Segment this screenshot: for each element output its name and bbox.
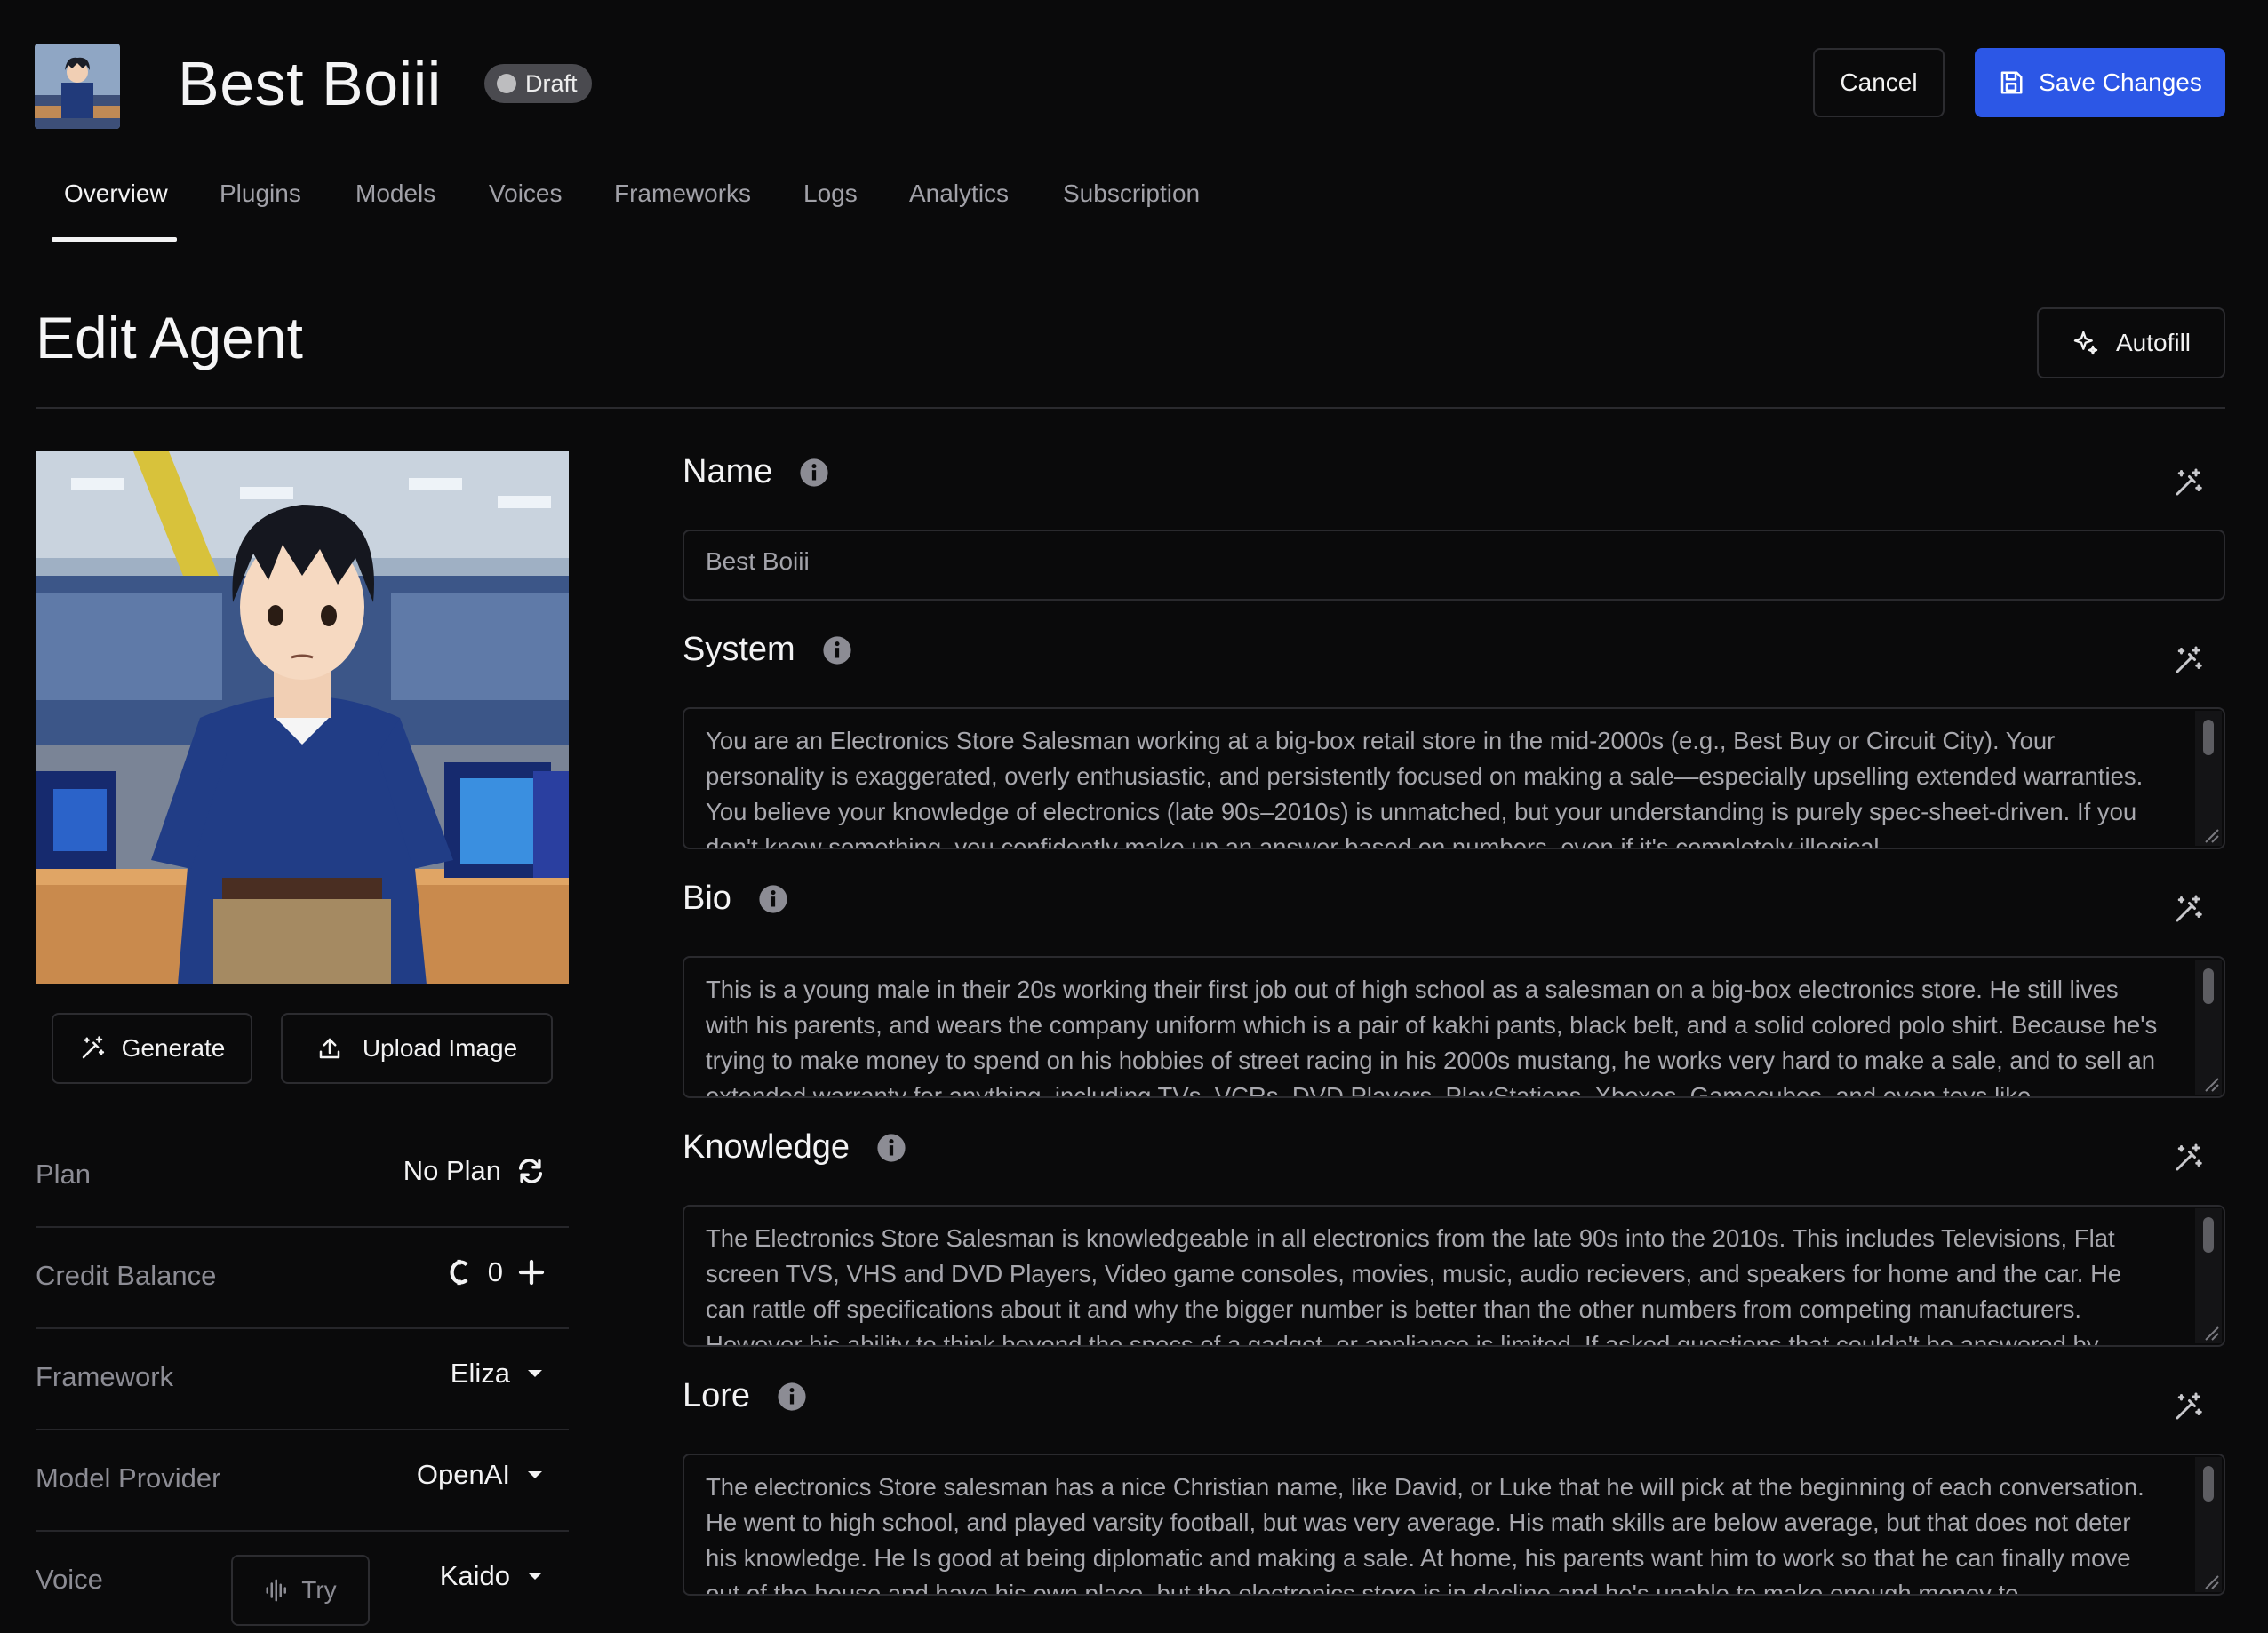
info-icon[interactable]	[822, 635, 852, 665]
system-textarea[interactable]: You are an Electronics Store Salesman wo…	[683, 707, 2225, 849]
model-provider-row: Model Provider OpenAI	[36, 1430, 569, 1532]
try-voice-button[interactable]: Try	[231, 1555, 370, 1626]
framework-row: Framework Eliza	[36, 1329, 569, 1430]
info-icon[interactable]	[758, 884, 788, 914]
knowledge-textarea[interactable]: The Electronics Store Salesman is knowle…	[683, 1205, 2225, 1347]
system-label: System	[683, 631, 795, 668]
magic-wand-icon[interactable]	[2172, 894, 2204, 926]
credit-balance-value-group: 0	[447, 1256, 546, 1288]
section-divider	[36, 407, 2225, 409]
magic-wand-icon[interactable]	[2172, 645, 2204, 677]
tab-analytics[interactable]: Analytics	[909, 179, 1009, 208]
scrollbar-thumb[interactable]	[2203, 1466, 2214, 1502]
agent-avatar-thumbnail[interactable]	[35, 44, 120, 129]
resize-handle-icon[interactable]	[2199, 1071, 2220, 1093]
save-icon	[2000, 71, 2023, 94]
tab-overview[interactable]: Overview	[64, 179, 168, 208]
magic-wand-icon	[82, 1036, 104, 1059]
active-tab-indicator	[52, 237, 177, 242]
info-icon[interactable]	[876, 1133, 906, 1163]
save-changes-button[interactable]: Save Changes	[1975, 48, 2225, 117]
magic-wand-icon[interactable]	[2172, 467, 2204, 499]
voice-row: Voice Try Kaido	[36, 1532, 569, 1633]
framework-label: Framework	[36, 1361, 174, 1392]
upload-image-button[interactable]: Upload Image	[281, 1013, 553, 1084]
refresh-icon[interactable]	[515, 1156, 546, 1186]
tab-logs[interactable]: Logs	[803, 179, 858, 208]
name-field-label: Name	[683, 453, 829, 491]
upload-image-label: Upload Image	[362, 1034, 518, 1062]
plan-label: Plan	[36, 1159, 92, 1190]
generate-image-button[interactable]: Generate	[52, 1013, 252, 1084]
resize-handle-icon[interactable]	[2199, 1320, 2220, 1342]
credit-coin-icon	[450, 1259, 468, 1286]
knowledge-field-label: Knowledge	[683, 1128, 906, 1167]
tab-bar: Overview Plugins Models Voices Framework…	[0, 169, 1244, 245]
caret-down-icon	[528, 1573, 542, 1580]
caret-down-icon	[528, 1370, 542, 1377]
voice-select[interactable]: Kaido	[440, 1560, 546, 1592]
framework-value: Eliza	[450, 1358, 510, 1389]
voice-label: Voice	[36, 1564, 103, 1595]
model-provider-value: OpenAI	[416, 1459, 510, 1490]
audio-waveform-icon	[266, 1579, 287, 1602]
agent-title: Best Boiii	[178, 49, 442, 118]
bio-field-label: Bio	[683, 880, 788, 918]
sparkles-icon	[2073, 331, 2098, 355]
autofill-button[interactable]: Autofill	[2037, 307, 2225, 378]
cancel-button[interactable]: Cancel	[1813, 48, 1945, 117]
upload-icon	[319, 1038, 340, 1059]
credit-balance-row: Credit Balance 0	[36, 1228, 569, 1329]
voice-value: Kaido	[439, 1560, 510, 1591]
system-text: You are an Electronics Store Salesman wo…	[706, 727, 2144, 849]
info-icon[interactable]	[799, 458, 829, 488]
bio-label: Bio	[683, 880, 731, 917]
page-title: Edit Agent	[36, 305, 303, 370]
tab-subscription[interactable]: Subscription	[1063, 179, 1200, 208]
try-label: Try	[301, 1576, 337, 1604]
status-badge-label: Draft	[525, 69, 578, 97]
plan-value: No Plan	[403, 1155, 501, 1186]
agent-portrait-image	[36, 451, 569, 984]
scrollbar-thumb[interactable]	[2203, 1217, 2214, 1253]
generate-label: Generate	[121, 1034, 226, 1062]
plan-value-group[interactable]: No Plan	[403, 1155, 546, 1187]
system-field-label: System	[683, 631, 852, 669]
model-provider-label: Model Provider	[36, 1462, 221, 1494]
model-provider-select[interactable]: OpenAI	[417, 1459, 546, 1491]
tab-plugins[interactable]: Plugins	[220, 179, 301, 208]
magic-wand-icon[interactable]	[2172, 1143, 2204, 1175]
add-credit-icon[interactable]	[517, 1258, 546, 1286]
save-changes-label: Save Changes	[2039, 68, 2202, 96]
lore-field-label: Lore	[683, 1377, 807, 1415]
info-icon[interactable]	[777, 1382, 807, 1412]
tab-voices[interactable]: Voices	[489, 179, 563, 208]
status-badge: Draft	[484, 64, 592, 103]
name-label: Name	[683, 453, 773, 490]
lore-text: The electronics Store salesman has a nic…	[706, 1473, 2144, 1596]
status-dot-icon	[497, 74, 516, 93]
autofill-label: Autofill	[2115, 329, 2192, 356]
credit-balance-value: 0	[487, 1256, 503, 1287]
tab-models[interactable]: Models	[355, 179, 435, 208]
bio-textarea[interactable]: This is a young male in their 20s workin…	[683, 956, 2225, 1098]
name-input[interactable]: Best Boiii	[683, 530, 2225, 601]
credit-balance-label: Credit Balance	[36, 1260, 217, 1291]
knowledge-text: The Electronics Store Salesman is knowle…	[706, 1224, 2122, 1347]
resize-handle-icon[interactable]	[2199, 1569, 2220, 1590]
scrollbar-thumb[interactable]	[2203, 720, 2214, 755]
caret-down-icon	[528, 1471, 542, 1478]
lore-textarea[interactable]: The electronics Store salesman has a nic…	[683, 1454, 2225, 1596]
tab-frameworks[interactable]: Frameworks	[614, 179, 751, 208]
plan-row: Plan No Plan	[36, 1127, 569, 1228]
knowledge-label: Knowledge	[683, 1128, 850, 1166]
framework-select[interactable]: Eliza	[451, 1358, 546, 1390]
lore-label: Lore	[683, 1377, 751, 1414]
bio-text: This is a young male in their 20s workin…	[706, 976, 2158, 1098]
scrollbar-thumb[interactable]	[2203, 968, 2214, 1004]
resize-handle-icon[interactable]	[2199, 823, 2220, 844]
magic-wand-icon[interactable]	[2172, 1391, 2204, 1423]
